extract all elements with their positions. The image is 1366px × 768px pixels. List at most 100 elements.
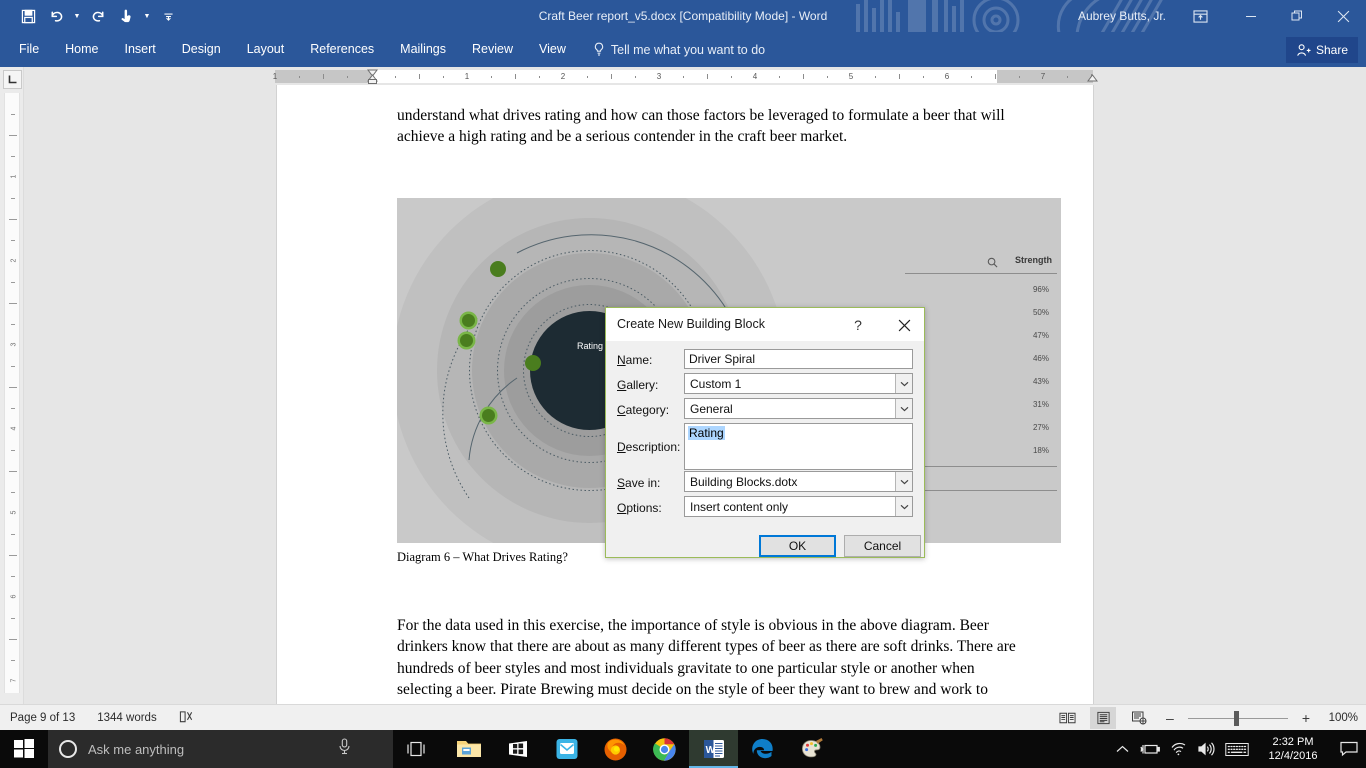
tab-insert[interactable]: Insert (112, 32, 169, 67)
minimize-button[interactable] (1228, 0, 1274, 32)
firefox-icon[interactable] (591, 730, 640, 768)
vertical-scrollbar[interactable] (1349, 85, 1366, 704)
save-in-dropdown[interactable]: Building Blocks.dotx (684, 471, 913, 492)
ruler-tick (539, 76, 540, 78)
undo-dropdown-caret-icon[interactable]: ▼ (72, 4, 82, 28)
close-button[interactable] (1320, 0, 1366, 32)
wifi-icon[interactable] (1164, 730, 1192, 768)
strength-value-3: 47% (1032, 331, 1049, 340)
clock[interactable]: 2:32 PM 12/4/2016 (1254, 730, 1332, 768)
read-mode-view-button[interactable] (1054, 707, 1080, 729)
tab-view[interactable]: View (526, 32, 579, 67)
mail-icon[interactable] (542, 730, 591, 768)
create-new-building-block-dialog[interactable]: Create New Building Block ? Name: Driver… (605, 307, 925, 558)
word-count-status[interactable]: 1344 words (97, 712, 156, 724)
tab-review[interactable]: Review (459, 32, 526, 67)
zoom-level-label[interactable]: 100% (1324, 712, 1358, 724)
document-page[interactable]: understand what drives rating and how ca… (277, 85, 1093, 704)
page-number-status[interactable]: Page 9 of 13 (10, 712, 75, 724)
chevron-down-icon[interactable] (895, 472, 912, 491)
ruler-tick (779, 76, 780, 78)
microphone-icon[interactable] (338, 738, 351, 760)
dialog-close-icon[interactable] (894, 315, 914, 335)
touch-mouse-mode-icon[interactable] (114, 4, 138, 28)
microsoft-store-icon[interactable] (493, 730, 542, 768)
ruler-tick (11, 366, 15, 367)
ruler-tick (9, 387, 17, 388)
right-indent-marker[interactable] (1087, 74, 1098, 82)
customize-quick-access-toolbar-icon[interactable] (156, 4, 180, 28)
tab-layout[interactable]: Layout (234, 32, 298, 67)
help-icon[interactable]: ? (848, 315, 868, 335)
data-point-5[interactable] (482, 409, 495, 422)
redo-icon[interactable] (86, 4, 110, 28)
undo-icon[interactable] (44, 4, 68, 28)
tab-references[interactable]: References (297, 32, 387, 67)
chevron-down-icon[interactable] (895, 399, 912, 418)
options-dropdown[interactable]: Insert content only (684, 496, 913, 517)
category-dropdown[interactable]: General (684, 398, 913, 419)
touch-mode-dropdown-caret-icon[interactable]: ▼ (142, 4, 152, 28)
action-center-button[interactable] (1332, 730, 1366, 768)
tab-stop-selector[interactable] (3, 70, 22, 89)
tab-file[interactable]: File (6, 32, 52, 67)
tab-home[interactable]: Home (52, 32, 111, 67)
share-button[interactable]: Share (1285, 37, 1358, 63)
word-icon[interactable]: W (689, 730, 738, 768)
name-field[interactable]: Driver Spiral (684, 349, 913, 369)
web-layout-view-button[interactable] (1126, 707, 1152, 729)
data-point-1[interactable] (490, 261, 506, 277)
tell-me-search[interactable]: Tell me what you want to do (579, 42, 765, 57)
zoom-slider[interactable] (1187, 708, 1288, 728)
account-name[interactable]: Aubrey Butts, Jr. (1078, 0, 1166, 32)
strength-value-4: 46% (1032, 354, 1049, 363)
ruler-tick (9, 555, 17, 556)
task-view-button[interactable] (393, 730, 439, 768)
spelling-grammar-icon[interactable] (179, 710, 194, 727)
description-value: Rating (688, 426, 725, 440)
edge-icon[interactable] (738, 730, 787, 768)
left-indent-square-marker[interactable] (368, 79, 377, 84)
paragraph-intro[interactable]: understand what drives rating and how ca… (397, 105, 1021, 148)
svg-text:W: W (705, 745, 715, 756)
ribbon-display-options-icon[interactable] (1186, 6, 1214, 26)
zoom-in-button[interactable]: + (1298, 710, 1314, 726)
keyboard-icon[interactable] (1220, 730, 1254, 768)
file-explorer-icon[interactable] (444, 730, 493, 768)
save-icon[interactable] (16, 4, 40, 28)
print-layout-view-button[interactable] (1090, 707, 1117, 729)
data-point-2[interactable] (462, 314, 475, 327)
start-button[interactable] (0, 730, 48, 768)
horizontal-ruler[interactable]: 1 1 2 3 4 5 6 7 (24, 67, 1366, 85)
volume-icon[interactable] (1192, 730, 1220, 768)
vertical-ruler[interactable]: 1 2 3 4 5 6 7 (0, 67, 24, 704)
cancel-button[interactable]: Cancel (844, 535, 921, 557)
data-point-4[interactable] (525, 355, 541, 371)
ruler-tick (11, 534, 15, 535)
strength-value-5: 43% (1032, 377, 1049, 386)
battery-icon[interactable] (1136, 730, 1164, 768)
chrome-icon[interactable] (640, 730, 689, 768)
tab-mailings[interactable]: Mailings (387, 32, 459, 67)
data-point-3[interactable] (460, 334, 473, 347)
chevron-down-icon[interactable] (895, 497, 912, 516)
ok-button[interactable]: OK (759, 535, 836, 557)
description-field[interactable]: Rating (684, 423, 913, 470)
chevron-down-icon[interactable] (895, 374, 912, 393)
paint-icon[interactable] (787, 730, 836, 768)
diagram-caption[interactable]: Diagram 6 – What Drives Rating? (397, 550, 568, 565)
gallery-dropdown[interactable]: Custom 1 (684, 373, 913, 394)
cortana-search-box[interactable]: Ask me anything (48, 730, 393, 768)
zoom-slider-thumb[interactable] (1233, 711, 1239, 726)
ruler-tick (587, 76, 588, 78)
paragraph-body[interactable]: For the data used in this exercise, the … (397, 615, 1021, 704)
search-icon[interactable] (987, 255, 998, 273)
dialog-title-bar[interactable]: Create New Building Block ? (606, 308, 924, 341)
zoom-out-button[interactable]: – (1162, 710, 1178, 726)
restore-button[interactable] (1274, 0, 1320, 32)
ruler-number: 5 (10, 510, 18, 515)
show-hidden-icons-chevron[interactable] (1108, 730, 1136, 768)
document-scroll-area[interactable]: understand what drives rating and how ca… (24, 85, 1366, 704)
ruler-tick (9, 219, 17, 220)
tab-design[interactable]: Design (169, 32, 234, 67)
